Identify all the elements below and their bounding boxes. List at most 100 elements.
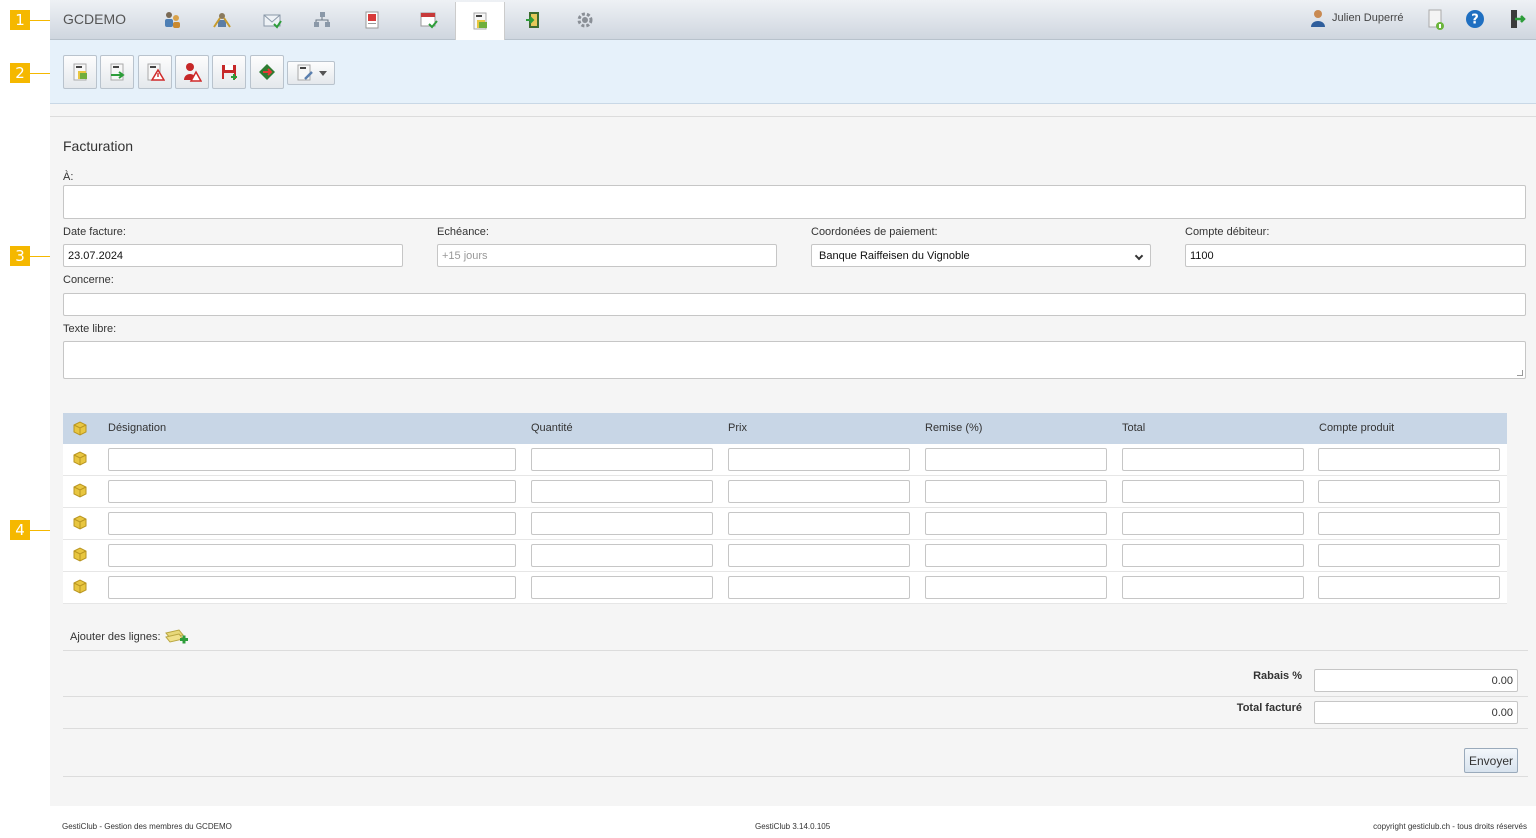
nav-workers[interactable] <box>197 2 247 38</box>
product-account-input[interactable] <box>1318 576 1500 599</box>
product-account-input[interactable] <box>1318 448 1500 471</box>
subject-field[interactable] <box>63 293 1526 316</box>
designation-input[interactable] <box>108 512 516 535</box>
total-input[interactable] <box>1122 512 1304 535</box>
discount-input[interactable] <box>925 480 1107 503</box>
invoice-tools-icon <box>295 63 315 83</box>
price-input[interactable] <box>728 480 910 503</box>
quantity-input[interactable] <box>531 512 713 535</box>
new-invoice-button[interactable] <box>63 55 97 89</box>
price-input[interactable] <box>728 512 910 535</box>
add-lines: Ajouter des lignes: <box>70 627 189 647</box>
total-input[interactable] <box>1122 576 1304 599</box>
callout-line <box>30 20 50 21</box>
chevron-down-icon <box>1134 251 1144 261</box>
designation-input[interactable] <box>108 576 516 599</box>
table-row <box>63 476 1507 508</box>
payment-select-value: Banque Raiffeisen du Vignoble <box>819 249 970 262</box>
column-discount: Remise (%) <box>925 422 983 434</box>
resize-handle[interactable] <box>1517 370 1523 376</box>
nav-invoicing[interactable] <box>455 2 505 40</box>
action-toolbar <box>50 40 1536 104</box>
invoice-total-field[interactable]: 0.00 <box>1314 701 1518 724</box>
invoice-tools-dropdown[interactable] <box>287 61 335 85</box>
designation-input[interactable] <box>108 480 516 503</box>
save-button[interactable] <box>212 55 246 89</box>
box-icon[interactable] <box>72 482 88 501</box>
svg-text:?: ? <box>1471 13 1479 28</box>
subject-label: Concerne: <box>63 274 114 286</box>
worker-icon <box>212 10 232 30</box>
user-menu[interactable]: Julien Duperré <box>1308 8 1404 28</box>
column-total: Total <box>1122 422 1146 434</box>
price-input[interactable] <box>728 576 910 599</box>
nav-members[interactable] <box>147 2 197 38</box>
box-icon[interactable] <box>72 514 88 533</box>
date-field[interactable]: 23.07.2024 <box>63 244 403 267</box>
box-icon[interactable] <box>72 546 88 565</box>
account-field[interactable]: 1100 <box>1185 244 1526 267</box>
freetext-area[interactable] <box>63 341 1526 379</box>
save-icon <box>219 62 239 82</box>
to-field[interactable] <box>63 185 1526 219</box>
export-button[interactable] <box>250 55 284 89</box>
user-name: Julien Duperré <box>1332 12 1404 24</box>
nav-reports[interactable] <box>347 2 397 38</box>
product-account-input[interactable] <box>1318 544 1500 567</box>
designation-input[interactable] <box>108 544 516 567</box>
exit-door-icon <box>524 10 544 30</box>
member-alert-button[interactable] <box>175 55 209 89</box>
divider <box>63 776 1528 777</box>
send-invoice-icon <box>107 62 127 82</box>
discount-input[interactable] <box>925 576 1107 599</box>
nav-calendar[interactable] <box>403 2 453 38</box>
payment-select[interactable]: Banque Raiffeisen du Vignoble <box>811 244 1151 267</box>
quantity-input[interactable] <box>531 480 713 503</box>
brand-name[interactable]: GCDEMO <box>63 11 126 27</box>
add-lines-icon[interactable] <box>164 627 189 647</box>
box-icon[interactable] <box>72 578 88 597</box>
divider <box>63 696 1528 697</box>
invoice-warning-button[interactable] <box>138 55 172 89</box>
discount-input[interactable] <box>925 512 1107 535</box>
total-input[interactable] <box>1122 448 1304 471</box>
price-input[interactable] <box>728 448 910 471</box>
column-quantity: Quantité <box>531 422 573 434</box>
divider <box>63 728 1528 729</box>
product-account-input[interactable] <box>1318 512 1500 535</box>
callout-3: 3 <box>10 246 30 266</box>
calendar-icon <box>418 10 438 30</box>
due-field[interactable]: +15 jours <box>437 244 777 267</box>
logout-icon[interactable] <box>1506 9 1526 34</box>
nav-settings[interactable] <box>560 2 610 38</box>
send-button[interactable]: Envoyer <box>1464 748 1518 773</box>
box-icon <box>72 420 88 439</box>
export-icon <box>257 62 277 82</box>
nav-exit[interactable] <box>509 2 559 38</box>
designation-input[interactable] <box>108 448 516 471</box>
box-icon[interactable] <box>72 450 88 469</box>
chevron-down-icon <box>319 70 327 76</box>
callout-1: 1 <box>10 10 30 30</box>
quantity-input[interactable] <box>531 576 713 599</box>
total-input[interactable] <box>1122 544 1304 567</box>
column-price: Prix <box>728 422 747 434</box>
callout-line <box>30 73 50 74</box>
discount-input[interactable] <box>925 448 1107 471</box>
quantity-input[interactable] <box>531 544 713 567</box>
quantity-input[interactable] <box>531 448 713 471</box>
product-account-input[interactable] <box>1318 480 1500 503</box>
total-input[interactable] <box>1122 480 1304 503</box>
discount-total-field[interactable]: 0.00 <box>1314 669 1518 692</box>
discount-input[interactable] <box>925 544 1107 567</box>
price-input[interactable] <box>728 544 910 567</box>
nav-organization[interactable] <box>297 2 347 38</box>
callout-line <box>30 530 50 531</box>
user-avatar-icon <box>1308 8 1328 28</box>
document-info-icon[interactable] <box>1426 9 1446 34</box>
nav-mail[interactable] <box>247 2 297 38</box>
app-window: GCDEMO Julien Duperré ? Facturation À: D… <box>50 0 1536 838</box>
help-icon[interactable]: ? <box>1465 9 1485 32</box>
footer-left: GestiClub - Gestion des membres du GCDEM… <box>62 822 232 831</box>
send-invoice-button[interactable] <box>100 55 134 89</box>
